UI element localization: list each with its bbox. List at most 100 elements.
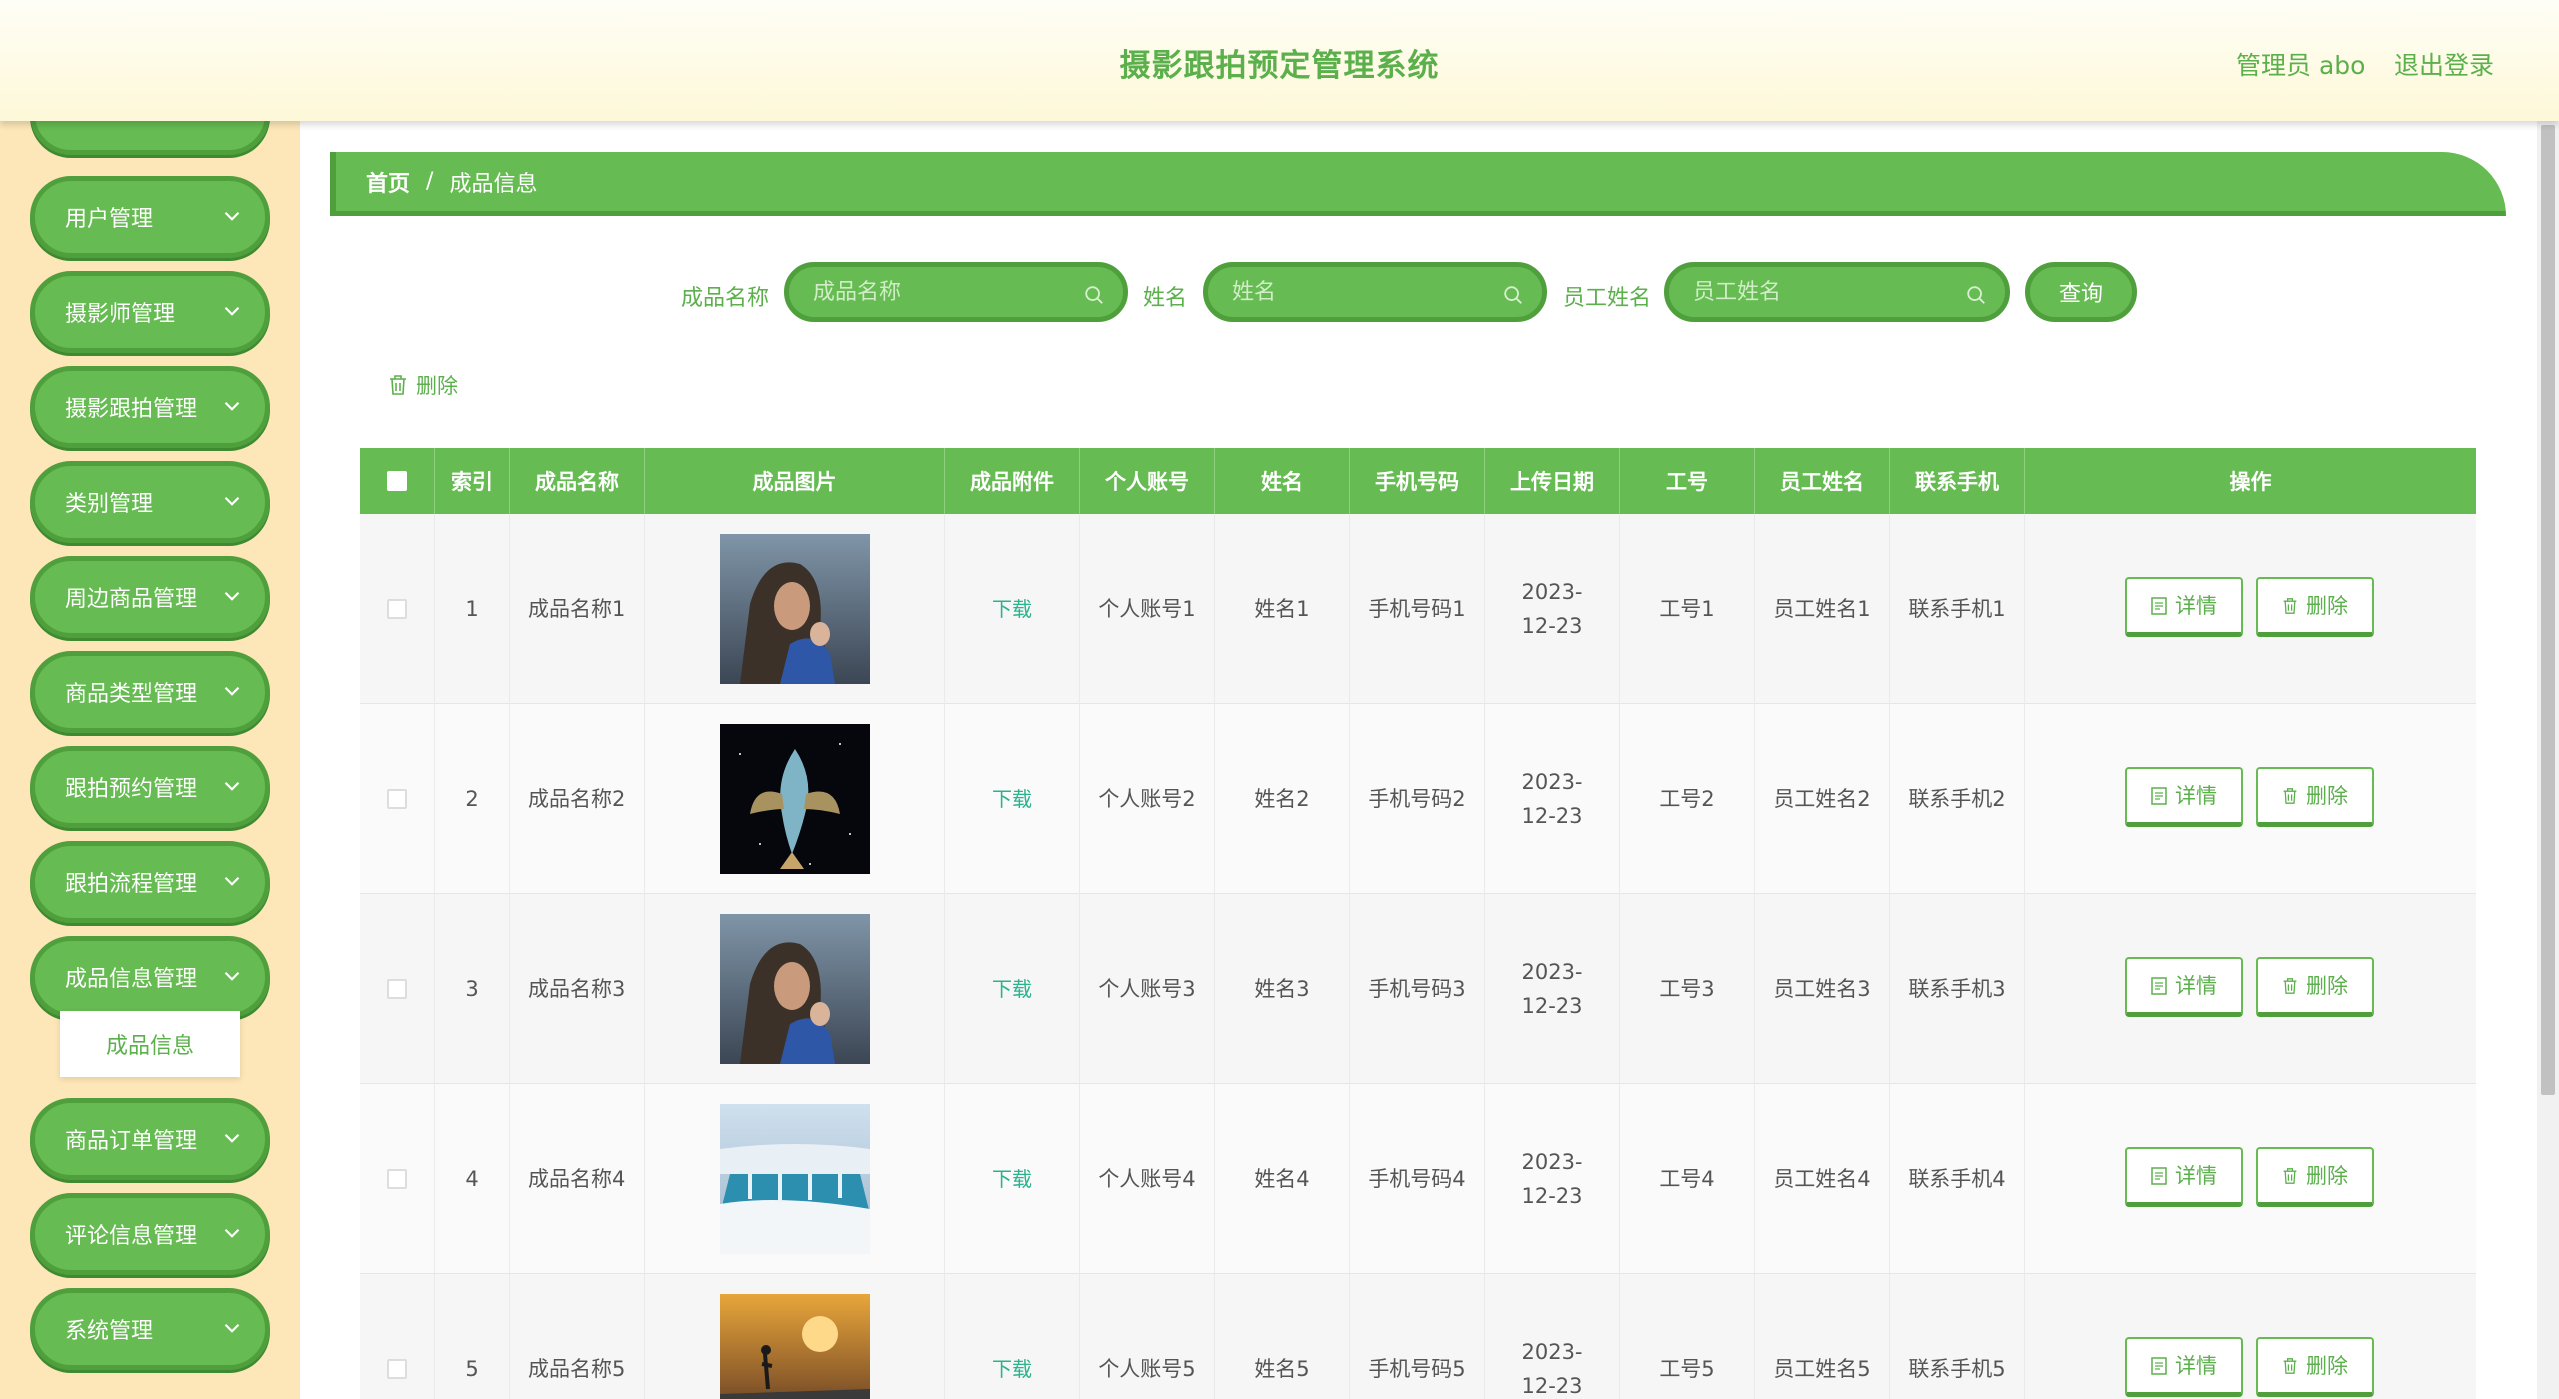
sidebar-item-workflow[interactable]: 跟拍流程管理	[30, 841, 270, 923]
sidebar-item-merch[interactable]: 周边商品管理	[30, 556, 270, 638]
download-link[interactable]: 下载	[992, 782, 1032, 816]
cell-date: 2023-12-23	[1485, 894, 1620, 1084]
scrollbar-thumb[interactable]	[2541, 125, 2555, 1095]
delete-button[interactable]: 删除	[2256, 577, 2374, 637]
sidebar-item-label: 摄影师管理	[65, 302, 176, 327]
sidebar-item-comments[interactable]: 评论信息管理	[30, 1193, 270, 1275]
chevron-down-icon	[224, 876, 240, 886]
name-search[interactable]	[1203, 262, 1547, 322]
detail-label: 详情	[2175, 1163, 2217, 1188]
col-product-image: 成品图片	[645, 448, 945, 514]
row-checkbox[interactable]	[387, 1169, 407, 1189]
select-all-checkbox[interactable]	[387, 471, 407, 491]
sidebar-item-finished-products[interactable]: 成品信息管理	[30, 936, 270, 1018]
cell-product-name: 成品名称1	[510, 514, 645, 704]
employee-name-search[interactable]	[1664, 262, 2010, 322]
delete-button[interactable]: 删除	[2256, 1337, 2374, 1397]
row-checkbox[interactable]	[387, 789, 407, 809]
chevron-down-icon	[224, 211, 240, 221]
trash-icon	[2283, 1357, 2297, 1374]
table-row: 2 成品名称2 下载 个人账号2 姓名2 手机号码2 2023-12-23 工号…	[360, 704, 2476, 894]
breadcrumb-home[interactable]: 首页	[366, 166, 410, 198]
cell-product-name: 成品名称4	[510, 1084, 645, 1274]
trash-icon	[2283, 977, 2297, 994]
sidebar-item-categories[interactable]: 类别管理	[30, 461, 270, 543]
breadcrumb: 首页 / 成品信息	[330, 152, 2506, 216]
chevron-down-icon	[224, 781, 240, 791]
chevron-down-icon	[224, 401, 240, 411]
product-image-fish[interactable]	[719, 724, 870, 874]
sidebar-item-photographers[interactable]: 摄影师管理	[30, 271, 270, 353]
sidebar-item-label: 商品类型管理	[65, 682, 198, 707]
sidebar-item-label: 成品信息管理	[65, 967, 198, 992]
cell-product-name: 成品名称5	[510, 1274, 645, 1399]
download-link[interactable]: 下载	[992, 592, 1032, 626]
detail-button[interactable]: 详情	[2125, 1337, 2243, 1397]
detail-label: 详情	[2175, 783, 2217, 808]
top-header: 摄影跟拍预定管理系统 管理员 abo 退出登录	[0, 0, 2559, 121]
cell-actions: 详情 删除	[2025, 1274, 2476, 1399]
chevron-down-icon	[224, 686, 240, 696]
row-checkbox[interactable]	[387, 979, 407, 999]
col-attachment: 成品附件	[945, 448, 1080, 514]
col-product-name: 成品名称	[510, 448, 645, 514]
cell-employee-name: 员工姓名1	[1755, 514, 1890, 704]
bulk-delete-button[interactable]: 删除	[388, 370, 458, 400]
cell-name: 姓名1	[1215, 514, 1350, 704]
employee-name-input[interactable]	[1693, 279, 1943, 305]
header-select-all[interactable]	[360, 448, 435, 514]
row-checkbox[interactable]	[387, 1359, 407, 1379]
detail-button[interactable]: 详情	[2125, 1147, 2243, 1207]
sidebar-item-label: 系统管理	[65, 1319, 154, 1344]
cell-date: 2023-12-23	[1485, 514, 1620, 704]
name-label: 姓名	[1143, 286, 1188, 311]
product-image-sunset[interactable]	[719, 1294, 870, 1399]
detail-button[interactable]: 详情	[2125, 767, 2243, 827]
product-image-portrait[interactable]	[719, 914, 870, 1064]
vertical-scrollbar[interactable]	[2537, 121, 2559, 1399]
document-icon	[2151, 786, 2167, 805]
query-button[interactable]: 查询	[2025, 262, 2137, 322]
col-actions: 操作	[2229, 470, 2272, 494]
detail-button[interactable]: 详情	[2125, 577, 2243, 637]
sidebar-item-partial[interactable]	[30, 121, 270, 155]
sidebar-item-product-types[interactable]: 商品类型管理	[30, 651, 270, 733]
product-image-waterfall[interactable]	[719, 1104, 870, 1254]
cell-contact: 联系手机3	[1890, 894, 2025, 1084]
cell-actions: 详情 删除	[2025, 1084, 2476, 1274]
delete-button[interactable]: 删除	[2256, 767, 2374, 827]
product-name-input[interactable]	[813, 279, 1061, 305]
sidebar-item-orders[interactable]: 商品订单管理	[30, 1098, 270, 1180]
download-link[interactable]: 下载	[992, 1352, 1032, 1386]
row-checkbox[interactable]	[387, 599, 407, 619]
delete-label: 删除	[2306, 1353, 2348, 1378]
detail-button[interactable]: 详情	[2125, 957, 2243, 1017]
download-link[interactable]: 下载	[992, 972, 1032, 1006]
current-user: 管理员 abo	[2236, 51, 2366, 80]
name-input[interactable]	[1232, 279, 1480, 305]
delete-button[interactable]: 删除	[2256, 1147, 2374, 1207]
cell-contact: 联系手机4	[1890, 1084, 2025, 1274]
product-image-portrait[interactable]	[719, 534, 870, 684]
delete-button[interactable]: 删除	[2256, 957, 2374, 1017]
cell-employee-no: 工号3	[1620, 894, 1755, 1084]
sidebar-item-users[interactable]: 用户管理	[30, 176, 270, 258]
col-index: 索引	[435, 448, 510, 514]
sidebar-item-label: 跟拍流程管理	[65, 872, 198, 897]
download-link[interactable]: 下载	[992, 1162, 1032, 1196]
sidebar-item-system[interactable]: 系统管理	[30, 1288, 270, 1370]
cell-contact: 联系手机2	[1890, 704, 2025, 894]
sidebar-item-label: 评论信息管理	[65, 1224, 198, 1249]
product-name-search[interactable]	[784, 262, 1128, 322]
cell-index: 1	[435, 514, 510, 704]
chevron-down-icon	[224, 306, 240, 316]
sidebar-item-bookings[interactable]: 跟拍预约管理	[30, 746, 270, 828]
submenu-item-finished-info[interactable]: 成品信息	[60, 1011, 240, 1077]
cell-name: 姓名3	[1215, 894, 1350, 1084]
col-phone: 手机号码	[1350, 448, 1485, 514]
cell-actions: 详情 删除	[2025, 704, 2476, 894]
sidebar-item-shoots[interactable]: 摄影跟拍管理	[30, 366, 270, 448]
cell-phone: 手机号码3	[1350, 894, 1485, 1084]
logout-link[interactable]: 退出登录	[2394, 46, 2494, 82]
cell-account: 个人账号4	[1080, 1084, 1215, 1274]
